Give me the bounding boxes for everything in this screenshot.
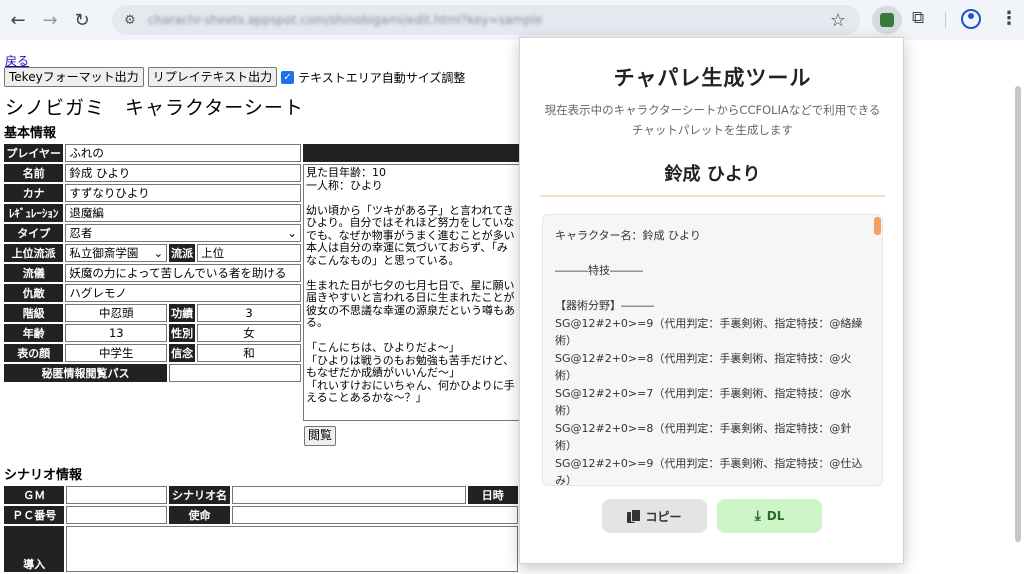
creed-label: 流儀	[4, 264, 64, 282]
copy-button[interactable]: コピー	[602, 499, 707, 533]
address-bar[interactable]: ⚙ charachr-sheets.appspot.com/shinobigam…	[112, 5, 860, 35]
palette-scrollbar[interactable]	[874, 217, 881, 235]
kana-input[interactable]: すずなりひより	[65, 184, 301, 202]
belief-label: 信念	[169, 344, 196, 362]
extension-chapare-icon[interactable]	[872, 6, 902, 34]
secret-path-label: 秘匿情報閲覧パス	[4, 364, 168, 382]
download-icon: ⤓	[754, 508, 761, 524]
popup-character-name: 鈴成 ひより	[664, 164, 761, 185]
secret-path-input[interactable]	[169, 364, 301, 382]
url-text[interactable]: charachr-sheets.appspot.com/shinobigami/…	[148, 13, 808, 27]
creed-input[interactable]: 妖魔の力によって苦しんでいる者を助ける	[65, 264, 301, 282]
upper-school-value: 私立御斎学園	[69, 246, 139, 260]
enemy-input[interactable]: ハグレモノ	[65, 284, 301, 302]
name-label: 名前	[4, 164, 64, 182]
toolbar-divider	[945, 12, 946, 28]
bookmark-star-icon[interactable]: ☆	[830, 10, 846, 31]
popup-description: 現在表示中のキャラクターシートからCCFOLIAなどで利用できるチャットパレット…	[544, 103, 881, 137]
extensions-puzzle-icon[interactable]: ⧉	[912, 8, 924, 28]
chevron-down-icon: ⌄	[153, 246, 164, 260]
browser-toolbar: ← → ↻ ⚙ charachr-sheets.appspot.com/shin…	[0, 0, 1024, 40]
player-label: プレイヤー	[4, 144, 64, 162]
date-label: 日時	[467, 486, 518, 504]
pc-number-label: ＰＣ番号	[4, 506, 65, 524]
profile-avatar-icon[interactable]	[961, 9, 981, 29]
surface-input[interactable]: 中学生	[65, 344, 168, 362]
mission-input[interactable]	[231, 506, 518, 524]
gm-label: ＧＭ	[4, 486, 65, 504]
chat-palette-text[interactable]: キャラクター名：鈴成 ひより ―――特技――― 【器術分野】――― SG@12#…	[555, 227, 865, 485]
copy-label: コピー	[645, 509, 682, 524]
regulation-input[interactable]: 退魔編	[65, 204, 301, 222]
mission-label: 使命	[169, 506, 230, 524]
page-title: シノビガミ キャラクターシート	[5, 97, 304, 119]
chevron-down-icon: ⌄	[287, 226, 297, 240]
belief-input[interactable]: 和	[197, 344, 301, 362]
regulation-label: ﾚｷﾞｭﾚｰｼｮﾝ	[4, 204, 64, 222]
age-input[interactable]: 13	[65, 324, 168, 342]
scenario-name-label: シナリオ名	[169, 486, 230, 504]
player-input[interactable]: ふれの	[65, 144, 301, 162]
school-label: 流派	[169, 244, 196, 262]
forward-arrow-icon[interactable]: →	[36, 6, 64, 34]
basic-info-table: プレイヤー ふれの 名前 鈴成 ひより カナ すずなりひより ﾚｷﾞｭﾚｰｼｮﾝ…	[2, 142, 303, 384]
auto-size-label: テキストエリア自動サイズ調整	[298, 70, 466, 85]
auto-size-checkbox[interactable]: ✓	[281, 70, 295, 84]
upper-school-select[interactable]: 私立御斎学園 ⌄	[65, 244, 168, 262]
surface-label: 表の顔	[4, 344, 64, 362]
copy-icon	[627, 509, 642, 523]
basic-info-heading: 基本情報	[4, 126, 57, 141]
school-input[interactable]: 上位	[197, 244, 301, 262]
tekey-export-button[interactable]: Tekeyフォーマット出力	[4, 67, 144, 87]
back-arrow-icon[interactable]: ←	[4, 6, 32, 34]
sheet-toolbar: Tekeyフォーマット出力 リプレイテキスト出力 ✓ テキストエリア自動サイズ調…	[4, 67, 465, 87]
rank-label: 階級	[4, 304, 64, 322]
popup-divider	[540, 195, 885, 197]
type-value: 忍者	[69, 226, 93, 240]
page-scrollbar[interactable]	[1015, 86, 1021, 542]
download-button[interactable]: ⤓ DL	[717, 499, 822, 533]
age-label: 年齢	[4, 324, 64, 342]
merit-input[interactable]: 3	[197, 304, 301, 322]
view-button[interactable]: 閲覧	[304, 426, 337, 446]
character-notes-textarea[interactable]: 見た目年齢：10 一人称：ひより 幼い頃から「ツキがある子」と言われてき ひより…	[303, 164, 520, 421]
gm-input[interactable]	[66, 486, 168, 504]
rank-input[interactable]: 中忍頭	[65, 304, 168, 322]
type-select[interactable]: 忍者 ⌄	[65, 224, 301, 242]
chat-palette-box[interactable]: キャラクター名：鈴成 ひより ―――特技――― 【器術分野】――― SG@12#…	[542, 214, 883, 486]
gender-input[interactable]: 女	[197, 324, 301, 342]
replay-export-button[interactable]: リプレイテキスト出力	[147, 67, 278, 87]
scenario-info-heading: シナリオ情報	[4, 468, 83, 483]
enemy-label: 仇敵	[4, 284, 64, 302]
intro-label: 導入	[4, 526, 65, 572]
notes-header-band	[303, 144, 520, 162]
pc-number-input[interactable]	[66, 506, 168, 524]
type-label: タイプ	[4, 224, 64, 242]
reload-icon[interactable]: ↻	[68, 6, 96, 34]
kana-label: カナ	[4, 184, 64, 202]
intro-textarea[interactable]	[66, 526, 518, 572]
chapare-popup: チャパレ生成ツール 現在表示中のキャラクターシートからCCFOLIAなどで利用で…	[519, 37, 904, 564]
scenario-name-input[interactable]	[231, 486, 466, 504]
merit-label: 功績	[169, 304, 196, 322]
site-settings-icon[interactable]: ⚙	[120, 10, 140, 30]
browser-menu-icon[interactable]: ⋮	[1000, 8, 1018, 29]
popup-title: チャパレ生成ツール	[613, 66, 812, 90]
scenario-info-table: ＧＭ シナリオ名 日時 ＰＣ番号 使命 導入	[2, 484, 520, 574]
upper-school-label: 上位流派	[4, 244, 64, 262]
gender-label: 性別	[169, 324, 196, 342]
name-input[interactable]: 鈴成 ひより	[65, 164, 301, 182]
download-label: DL	[766, 509, 785, 523]
